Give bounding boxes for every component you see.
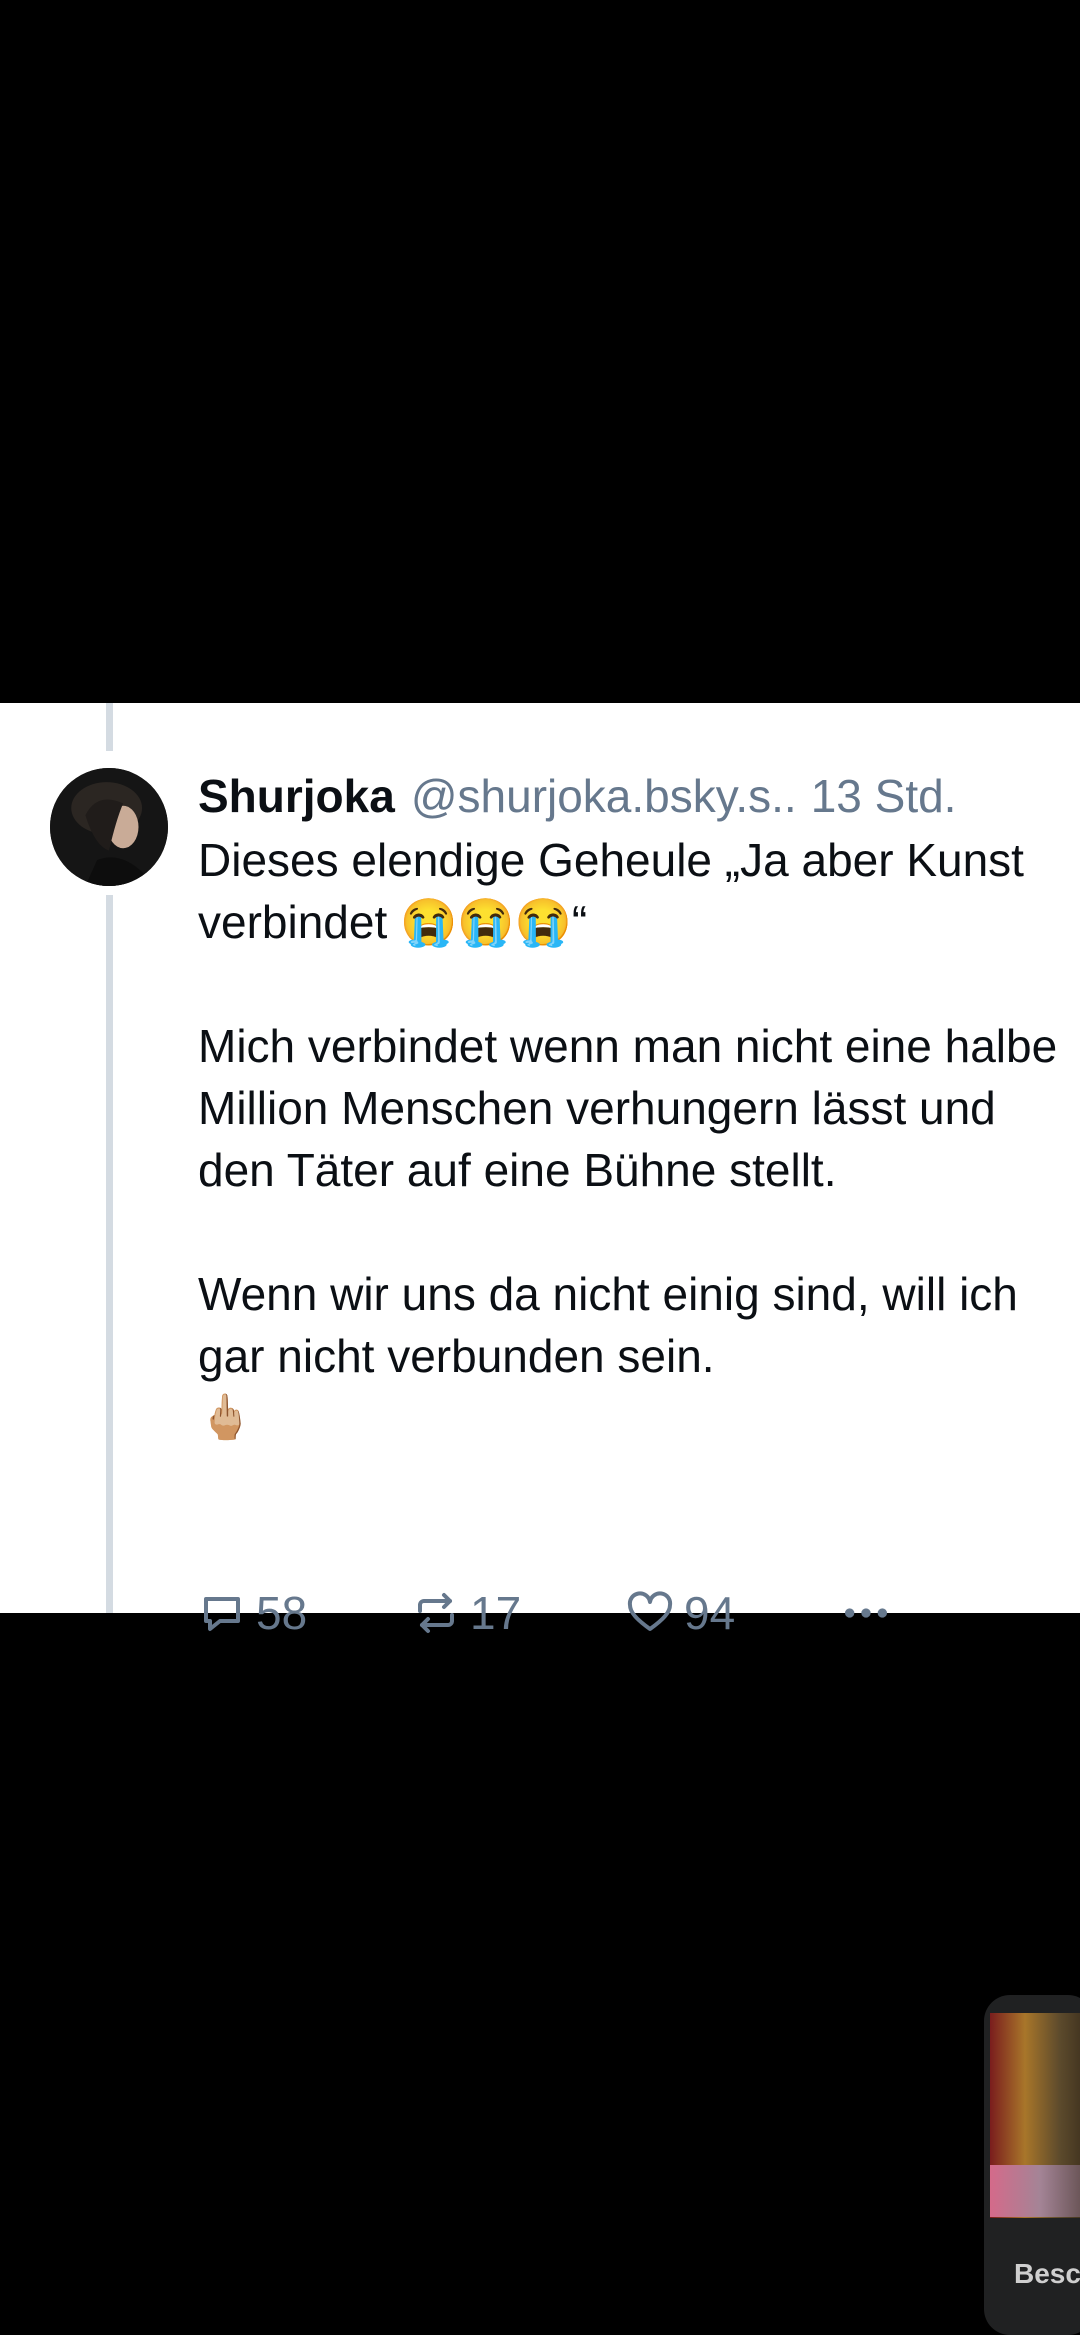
- like-icon: [627, 1591, 673, 1631]
- post-timestamp[interactable]: 13 Std.: [811, 763, 957, 829]
- repost-count: 17: [470, 1587, 522, 1639]
- post-body: Shurjoka @shurjoka.bsky.s.. 13 Std. Dies…: [198, 763, 1058, 1639]
- like-button[interactable]: 94: [626, 1578, 735, 1648]
- more-options-button[interactable]: [838, 1578, 894, 1648]
- middle-finger-emoji: 🖕🏼: [198, 1392, 253, 1443]
- pip-label: Besc: [1014, 2258, 1080, 2289]
- thread-line-bottom: [106, 895, 113, 1613]
- more-icon: [845, 1608, 887, 1618]
- avatar-image: [50, 768, 168, 886]
- thread-line-top: [106, 703, 113, 751]
- pip-video-inset: [990, 2165, 1080, 2217]
- repost-icon: [418, 1593, 454, 1633]
- like-count: 94: [684, 1587, 736, 1639]
- post-text: Dieses elendige Geheule „Ja aber Kunst v…: [198, 834, 1058, 1382]
- author-display-name[interactable]: Shurjoka: [198, 763, 395, 829]
- reply-button[interactable]: 58: [198, 1578, 307, 1648]
- post-card[interactable]: Shurjoka @shurjoka.bsky.s.. 13 Std. Dies…: [0, 703, 1080, 1639]
- avatar[interactable]: [50, 768, 168, 886]
- reply-icon: [204, 1597, 240, 1631]
- author-handle[interactable]: @shurjoka.bsky.s..: [411, 763, 797, 829]
- post-actions: 58 17 94: [198, 1578, 918, 1648]
- repost-button[interactable]: 17: [412, 1578, 521, 1648]
- picture-in-picture-player[interactable]: Besc: [984, 1995, 1080, 2335]
- post-header: Shurjoka @shurjoka.bsky.s.. 13 Std.: [198, 763, 1058, 829]
- reply-count: 58: [256, 1587, 308, 1639]
